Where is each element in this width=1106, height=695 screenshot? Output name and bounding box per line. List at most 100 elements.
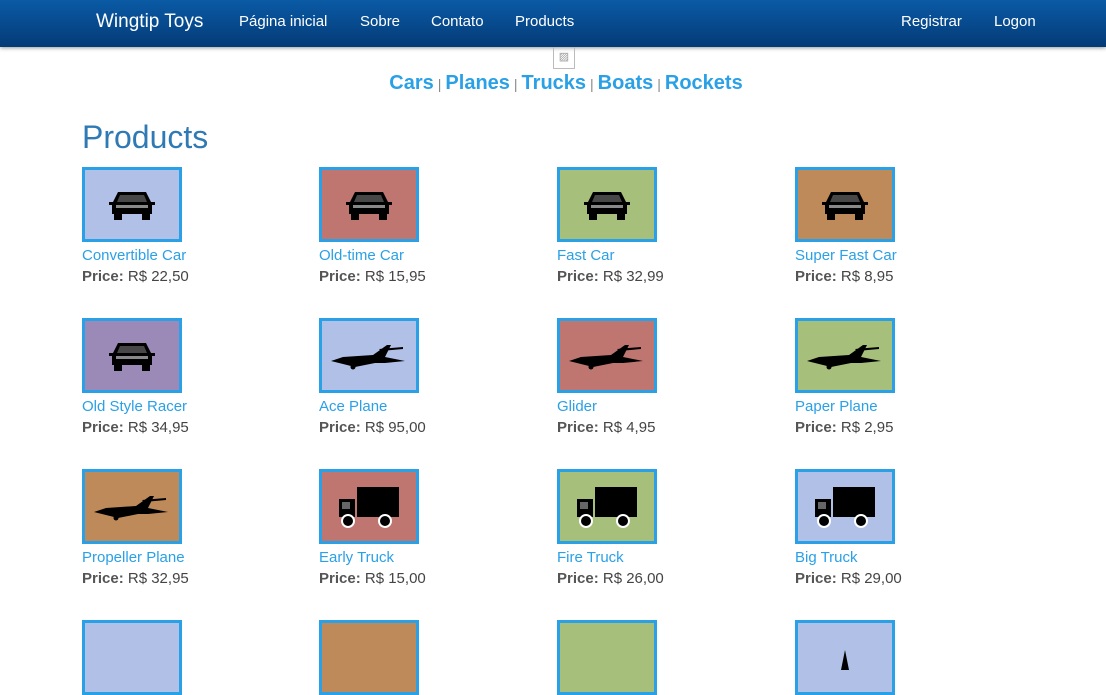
product-name-link[interactable]: Paper Plane [795,398,1025,415]
price-value: R$ 95,00 [364,419,426,436]
truck-icon [337,485,401,529]
product-image[interactable] [319,620,419,695]
product-price: Price: R$ 22,50 [82,268,312,285]
product-item [795,620,1025,695]
truck-icon [575,485,639,529]
category-cars[interactable]: Cars [389,72,433,94]
product-price: Price: R$ 32,99 [557,268,787,285]
price-value: R$ 29,00 [840,570,902,587]
product-image[interactable] [82,167,182,242]
product-item: Propeller Plane Price: R$ 32,95 [82,469,312,587]
car-icon [821,188,869,222]
product-name-link[interactable]: Ace Plane [319,398,549,415]
product-item: Convertible Car Price: R$ 22,50 [82,167,312,285]
plane-icon [92,490,172,524]
nav-home[interactable]: Página inicial [239,13,327,30]
product-name-link[interactable]: Super Fast Car [795,247,1025,264]
product-image[interactable] [319,469,419,544]
product-item: Old Style Racer Price: R$ 34,95 [82,318,312,436]
separator: | [590,76,594,92]
product-item: Ace Plane Price: R$ 95,00 [319,318,549,436]
price-label: Price: [82,419,124,436]
nav-products[interactable]: Products [515,13,574,30]
product-price: Price: R$ 15,95 [319,268,549,285]
product-image[interactable] [319,318,419,393]
product-price: Price: R$ 26,00 [557,570,787,587]
product-name-link[interactable]: Glider [557,398,787,415]
page-title: Products [82,119,209,155]
plane-icon [329,339,409,373]
product-image[interactable] [319,167,419,242]
price-label: Price: [557,570,599,587]
plane-icon [805,339,885,373]
product-item [557,620,787,695]
product-image[interactable] [557,469,657,544]
product-price: Price: R$ 15,00 [319,570,549,587]
product-image[interactable] [82,620,182,695]
product-image[interactable] [82,318,182,393]
plane-icon [567,339,647,373]
brand-link[interactable]: Wingtip Toys [96,11,203,33]
product-image[interactable] [557,167,657,242]
separator: | [657,76,661,92]
nav-login[interactable]: Logon [994,13,1036,30]
product-name-link[interactable]: Propeller Plane [82,549,312,566]
navbar: Wingtip Toys Página inicial Sobre Contat… [0,0,1106,47]
price-value: R$ 15,95 [364,268,426,285]
nav-contact[interactable]: Contato [431,13,484,30]
product-name-link[interactable]: Old Style Racer [82,398,312,415]
car-icon [108,339,156,373]
price-value: R$ 15,00 [364,570,426,587]
product-name-link[interactable]: Convertible Car [82,247,312,264]
price-value: R$ 26,00 [602,570,664,587]
product-image[interactable] [82,469,182,544]
price-value: R$ 4,95 [602,419,656,436]
product-price: Price: R$ 8,95 [795,268,1025,285]
truck-icon [813,485,877,529]
broken-image-icon: ▨ [553,47,575,69]
price-label: Price: [319,419,361,436]
price-label: Price: [319,570,361,587]
product-item [319,620,549,695]
product-item: Fast Car Price: R$ 32,99 [557,167,787,285]
car-icon [345,188,393,222]
product-price: Price: R$ 95,00 [319,419,549,436]
category-boats[interactable]: Boats [598,72,654,94]
product-name-link[interactable]: Early Truck [319,549,549,566]
price-label: Price: [82,268,124,285]
product-name-link[interactable]: Fire Truck [557,549,787,566]
separator: | [513,76,518,92]
product-price: Price: R$ 29,00 [795,570,1025,587]
category-planes[interactable]: Planes [445,72,509,94]
product-price: Price: R$ 2,95 [795,419,1025,436]
price-label: Price: [795,419,837,436]
product-name-link[interactable]: Fast Car [557,247,787,264]
product-item [82,620,312,695]
price-label: Price: [795,268,837,285]
product-image[interactable] [795,620,895,695]
nav-about[interactable]: Sobre [360,13,400,30]
product-image[interactable] [557,620,657,695]
nav-register[interactable]: Registrar [901,13,962,30]
price-value: R$ 8,95 [840,268,894,285]
category-trucks[interactable]: Trucks [522,72,586,94]
product-price: Price: R$ 32,95 [82,570,312,587]
product-price: Price: R$ 34,95 [82,419,312,436]
price-label: Price: [557,268,599,285]
category-rockets[interactable]: Rockets [665,72,743,94]
product-item: Super Fast Car Price: R$ 8,95 [795,167,1025,285]
product-image[interactable] [795,167,895,242]
car-icon [108,188,156,222]
product-name-link[interactable]: Old-time Car [319,247,549,264]
rocket-icon [835,646,855,670]
price-label: Price: [319,268,361,285]
product-name-link[interactable]: Big Truck [795,549,1025,566]
product-item: Early Truck Price: R$ 15,00 [319,469,549,587]
product-image[interactable] [795,469,895,544]
product-item: Big Truck Price: R$ 29,00 [795,469,1025,587]
price-label: Price: [795,570,837,587]
product-image[interactable] [795,318,895,393]
product-item: Paper Plane Price: R$ 2,95 [795,318,1025,436]
product-image[interactable] [557,318,657,393]
price-value: R$ 32,95 [127,570,189,587]
